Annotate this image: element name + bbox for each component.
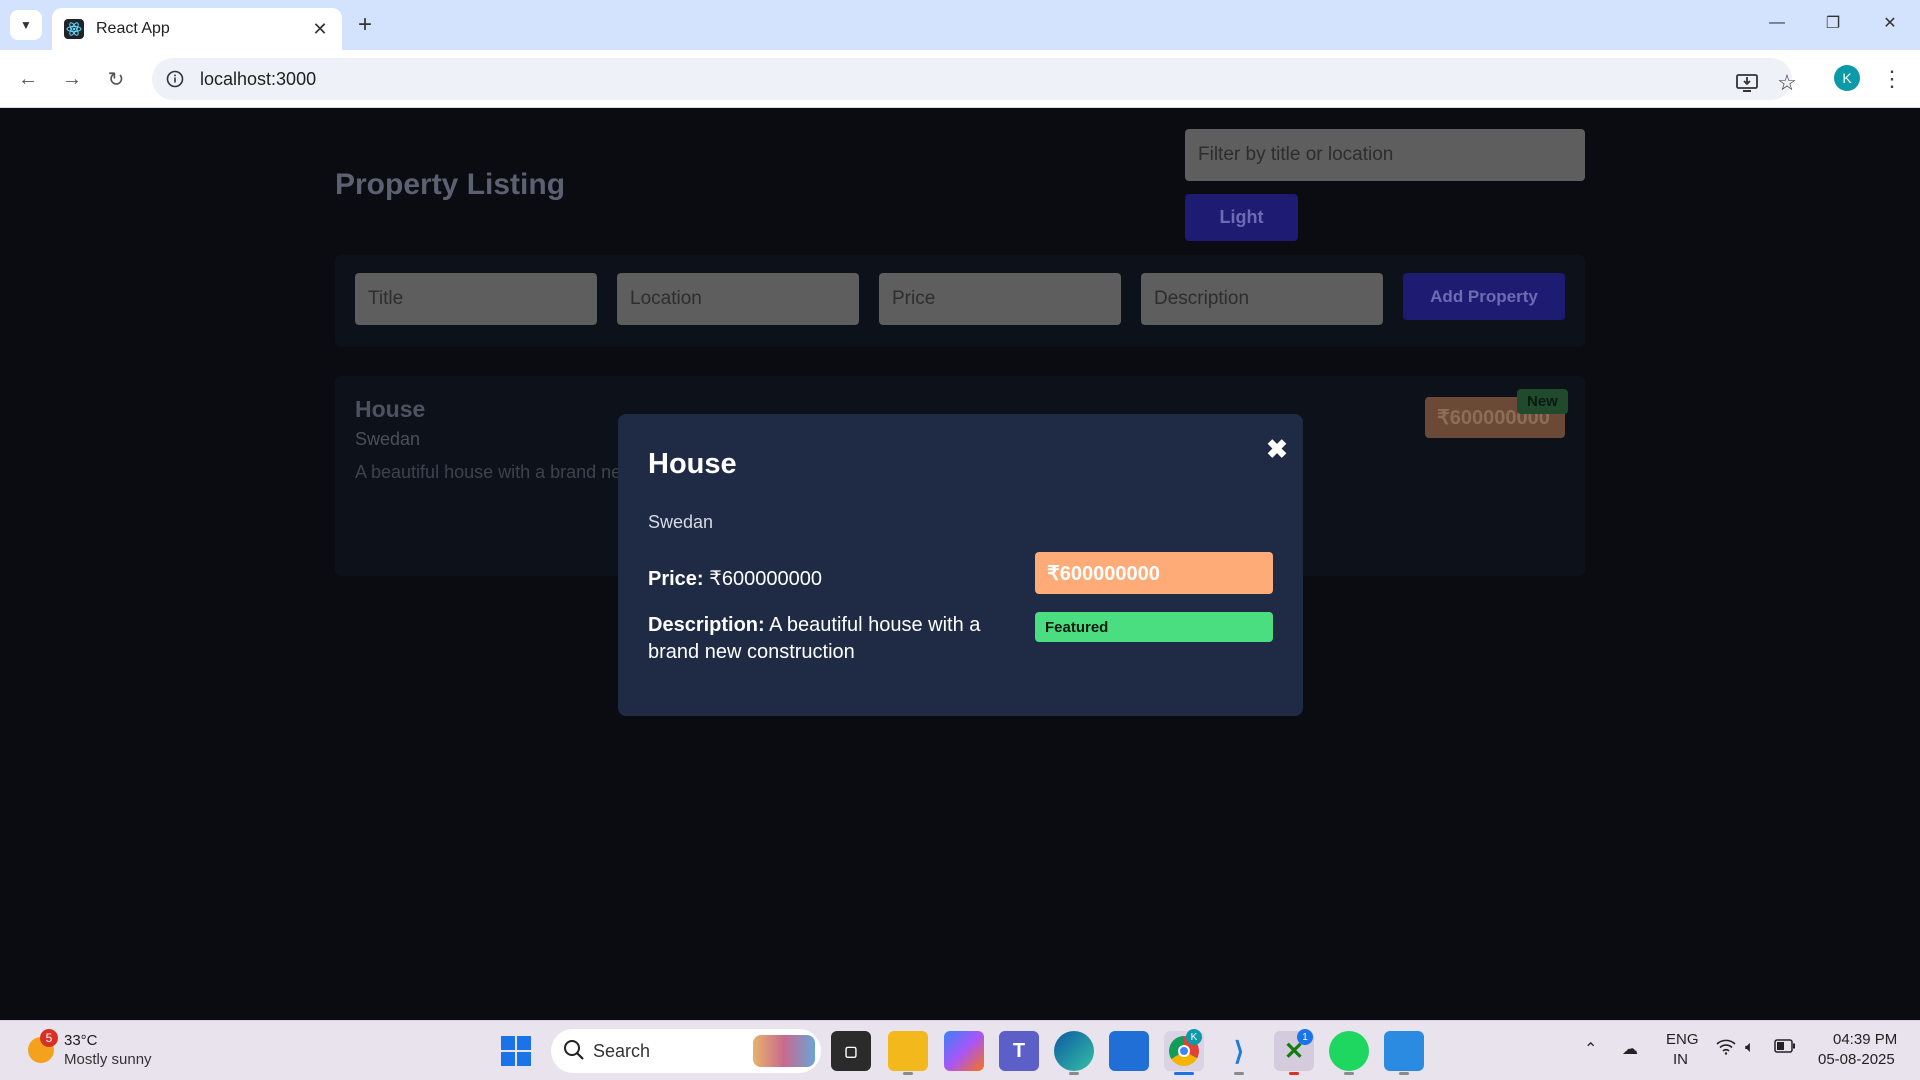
new-tab-button[interactable]: + — [350, 10, 380, 40]
browser-menu-icon[interactable]: ⋮ — [1880, 62, 1904, 96]
title-input[interactable] — [355, 273, 597, 325]
location-input[interactable] — [617, 273, 859, 325]
install-app-icon[interactable] — [1730, 66, 1764, 100]
browser-tab-bar: ▼ React App ✕ + — ❐ ✕ — [0, 0, 1920, 50]
description-input[interactable] — [1141, 273, 1383, 325]
new-badge: New — [1517, 389, 1568, 414]
language-region[interactable]: IN — [1673, 1051, 1688, 1068]
vscode-icon[interactable]: ⟩ — [1219, 1031, 1259, 1071]
forward-icon[interactable]: → — [56, 64, 88, 94]
page-content: Property Listing Light Add Property Hous… — [0, 108, 1920, 1020]
vscode-indicator — [1234, 1072, 1244, 1075]
battery-icon[interactable] — [1774, 1039, 1796, 1058]
add-property-button[interactable]: Add Property — [1403, 273, 1565, 320]
back-icon[interactable]: ← — [12, 64, 44, 94]
modal-price: Price: ₹600000000 — [648, 566, 822, 591]
modal-description: Description: A beautiful house with a br… — [648, 612, 998, 666]
property-title: House — [355, 396, 426, 422]
close-window-icon[interactable]: ✕ — [1870, 8, 1910, 38]
filter-input[interactable] — [1185, 129, 1585, 181]
tab-title: React App — [96, 20, 170, 37]
site-info-icon[interactable] — [162, 66, 188, 92]
chevron-down-icon: ▼ — [20, 18, 32, 32]
property-detail-modal: House ✖ Swedan Price: ₹600000000 Descrip… — [618, 414, 1303, 716]
modal-title: House — [648, 448, 737, 480]
page-title: Property Listing — [335, 168, 566, 201]
search-icon — [563, 1039, 585, 1066]
spotify-icon[interactable] — [1329, 1031, 1369, 1071]
taskbar: 5 33°C Mostly sunny Search ▢ T K ⟩ ✕ 1 ⌃… — [0, 1020, 1920, 1080]
weather-temperature[interactable]: 33°C — [64, 1032, 98, 1049]
wifi-icon[interactable] — [1716, 1039, 1736, 1060]
property-location: Swedan — [355, 429, 421, 449]
clock-date[interactable]: 05-08-2025 — [1818, 1051, 1895, 1068]
restore-icon[interactable]: ❐ — [1813, 8, 1853, 38]
windows-start-icon[interactable] — [501, 1036, 531, 1066]
price-label: Price: — [648, 568, 704, 590]
modal-location: Swedan — [648, 512, 714, 532]
weather-notification-badge: 5 — [40, 1029, 58, 1047]
show-hidden-icons-icon[interactable]: ⌃ — [1584, 1039, 1597, 1059]
price-input[interactable] — [879, 273, 1121, 325]
file-explorer-indicator — [903, 1072, 913, 1075]
language-indicator[interactable]: ENG — [1666, 1031, 1699, 1048]
close-tab-icon[interactable]: ✕ — [306, 15, 334, 43]
edge-icon[interactable] — [1054, 1031, 1094, 1071]
react-favicon-icon — [64, 19, 84, 39]
search-label: Search — [593, 1040, 651, 1061]
add-property-form: Add Property — [335, 255, 1585, 347]
minimize-icon[interactable]: — — [1757, 8, 1797, 38]
file-explorer-icon[interactable] — [888, 1031, 928, 1071]
xbox-notification-badge: 1 — [1297, 1029, 1313, 1045]
modal-price-badge: ₹600000000 — [1035, 552, 1273, 594]
chrome-profile-badge: K — [1186, 1029, 1202, 1045]
task-view-icon[interactable]: ▢ — [831, 1031, 871, 1071]
volume-icon[interactable]: 🔈︎ — [1745, 1039, 1755, 1057]
profile-avatar[interactable]: K — [1834, 65, 1860, 91]
photos-indicator — [1399, 1072, 1409, 1075]
description-label: Description: — [648, 614, 765, 636]
clock-time[interactable]: 04:39 PM — [1833, 1031, 1897, 1048]
onedrive-offline-icon[interactable]: ☁ — [1622, 1039, 1638, 1059]
address-bar[interactable]: localhost:3000 ☆ — [152, 58, 1797, 100]
close-icon[interactable]: ✖ — [1262, 434, 1292, 464]
url-text: localhost:3000 — [200, 68, 317, 89]
browser-tab[interactable]: React App ✕ — [52, 8, 342, 50]
edge-indicator — [1069, 1072, 1079, 1075]
reload-icon[interactable]: ↻ — [100, 64, 132, 94]
xbox-indicator — [1289, 1072, 1299, 1075]
microsoft-store-icon[interactable] — [1109, 1031, 1149, 1071]
price-value: ₹600000000 — [709, 568, 822, 590]
weather-description[interactable]: Mostly sunny — [64, 1051, 152, 1068]
theme-toggle-button[interactable]: Light — [1185, 194, 1298, 241]
taskbar-search[interactable]: Search — [551, 1029, 821, 1073]
chrome-active-indicator — [1174, 1072, 1194, 1075]
photos-icon[interactable] — [1384, 1031, 1424, 1071]
featured-badge: Featured — [1035, 612, 1273, 642]
search-highlight-image — [753, 1035, 815, 1067]
teams-icon[interactable]: T — [999, 1031, 1039, 1071]
copilot-icon[interactable] — [944, 1031, 984, 1071]
browser-toolbar: ← → ↻ localhost:3000 ☆ — [0, 50, 1920, 108]
bookmark-star-icon[interactable]: ☆ — [1770, 66, 1804, 100]
spotify-indicator — [1344, 1072, 1354, 1075]
tab-search-button[interactable]: ▼ — [10, 10, 42, 40]
